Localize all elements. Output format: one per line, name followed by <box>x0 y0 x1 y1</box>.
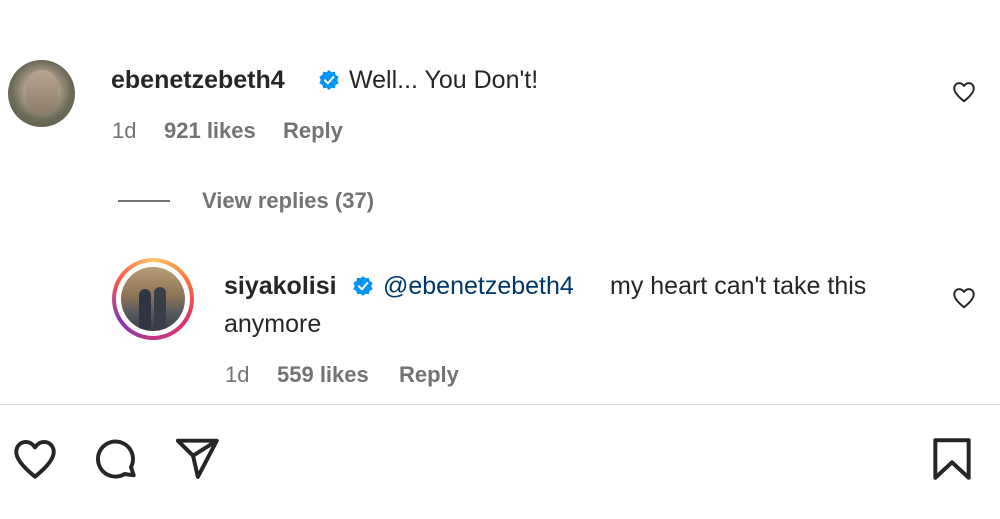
comments-panel: ebenetzebeth4 Well... You Don't! 1d 921 … <box>0 0 1000 519</box>
heart-icon[interactable] <box>10 434 60 484</box>
reply-mention-link[interactable]: @ebenetzebeth4 <box>383 268 574 304</box>
reply-button[interactable]: Reply <box>399 362 459 388</box>
view-replies-toggle[interactable]: View replies (37) <box>118 188 374 214</box>
view-replies-line <box>118 200 170 202</box>
avatar-story-ring[interactable] <box>112 258 194 340</box>
heart-icon[interactable] <box>951 285 977 311</box>
avatar-figure <box>139 289 151 329</box>
avatar-face <box>26 70 58 114</box>
divider <box>0 404 1000 405</box>
reply-username[interactable]: siyakolisi <box>224 272 337 301</box>
avatar-figure <box>154 287 166 329</box>
reply-text: my heart can't take this <box>610 272 867 300</box>
reply-likes[interactable]: 559 likes <box>277 362 369 388</box>
reply-time: 1d <box>225 362 250 387</box>
verified-badge-icon <box>319 70 339 90</box>
heart-icon[interactable] <box>951 79 977 105</box>
comment-likes[interactable]: 921 likes <box>164 118 256 144</box>
reply-button[interactable]: Reply <box>283 118 343 144</box>
avatar <box>121 267 185 331</box>
verified-badge-icon <box>353 276 373 296</box>
comment-time: 1d <box>112 118 137 143</box>
avatar-ring-gap <box>116 262 190 336</box>
reply-text-continued: anymore <box>224 310 322 338</box>
comment-username[interactable]: ebenetzebeth4 <box>111 66 285 95</box>
comment-text: Well... You Don't! <box>349 66 539 94</box>
bookmark-icon[interactable] <box>927 434 977 484</box>
share-icon[interactable] <box>172 434 222 484</box>
avatar[interactable] <box>8 60 75 127</box>
view-replies-label[interactable]: View replies (37) <box>202 188 374 214</box>
comment-icon[interactable] <box>91 434 141 484</box>
